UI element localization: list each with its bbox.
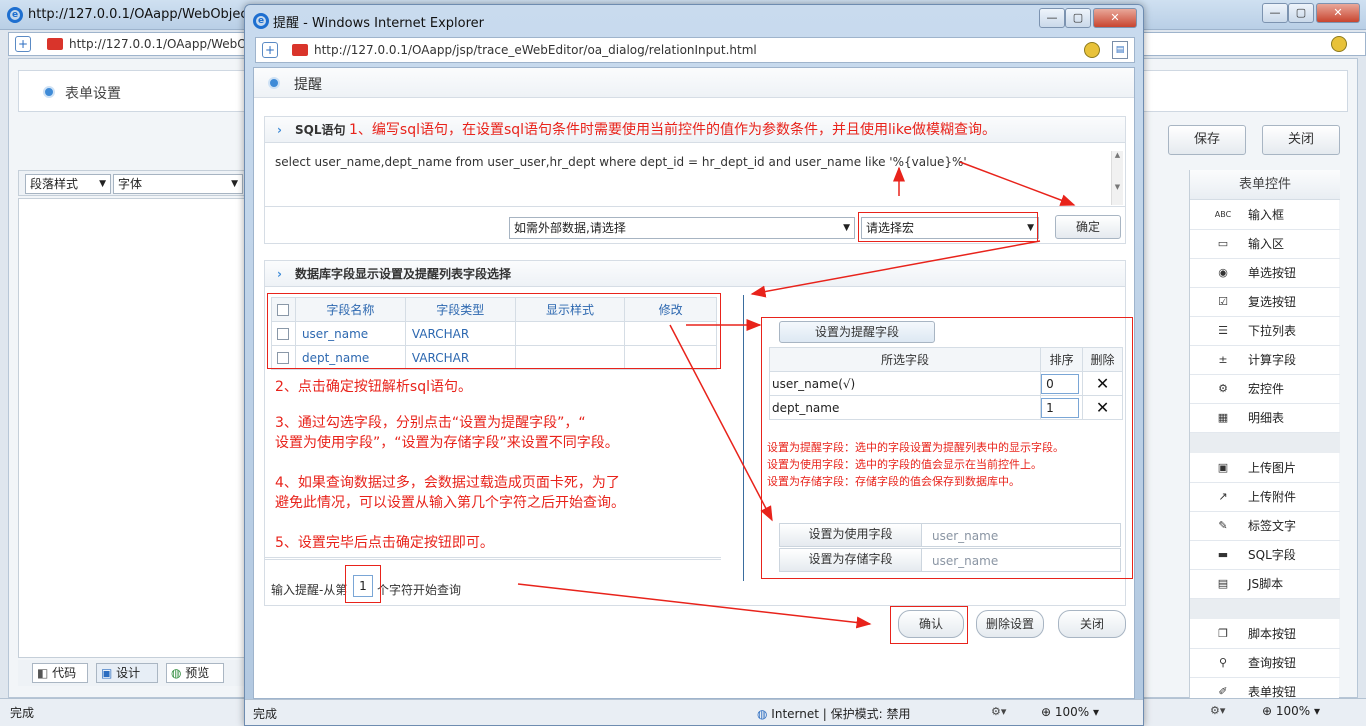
arrow-to-ok-button: [959, 161, 1076, 206]
arrow-to-confirm: [517, 583, 872, 629]
arrow-to-field-panel: [750, 240, 1041, 298]
annotation-arrows: [517, 161, 1076, 629]
arrow-to-use-field: [669, 324, 773, 522]
